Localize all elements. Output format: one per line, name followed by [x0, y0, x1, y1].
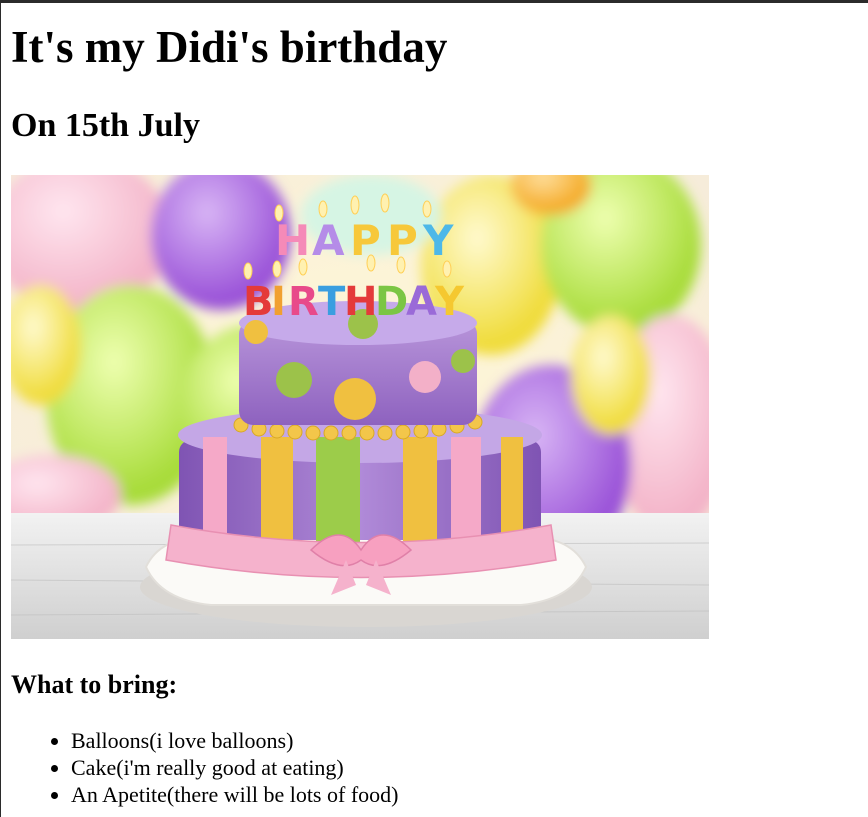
list-item: Balloons(i love balloons) [71, 727, 398, 754]
bring-list-heading: What to bring: [11, 670, 178, 699]
page-title: It's my Didi's birthday [11, 22, 448, 72]
svg-text:D: D [375, 279, 408, 325]
list-item: An Apetite(there will be lots of food) [71, 781, 398, 808]
bring-list: Balloons(i love balloons) Cake(i'm reall… [11, 727, 398, 808]
svg-text:Y: Y [434, 279, 465, 325]
birthday-candles: B I R T H D A Y [243, 279, 465, 325]
svg-text:B: B [243, 279, 274, 325]
svg-text:H: H [275, 216, 310, 265]
svg-text:A: A [312, 216, 345, 265]
svg-text:Y: Y [422, 216, 454, 265]
svg-text:T: T [318, 279, 346, 325]
svg-text:R: R [288, 279, 319, 325]
date-subtitle: On 15th July [11, 107, 200, 144]
list-item: Cake(i'm really good at eating) [71, 754, 398, 781]
birthday-cake-image: H A P P Y B I R T H D A Y [11, 175, 709, 639]
svg-text:I: I [271, 279, 286, 325]
svg-text:H: H [344, 279, 377, 325]
happy-candles: H A P P Y [275, 216, 454, 265]
svg-text:A: A [406, 279, 437, 325]
svg-text:P: P [350, 216, 381, 265]
